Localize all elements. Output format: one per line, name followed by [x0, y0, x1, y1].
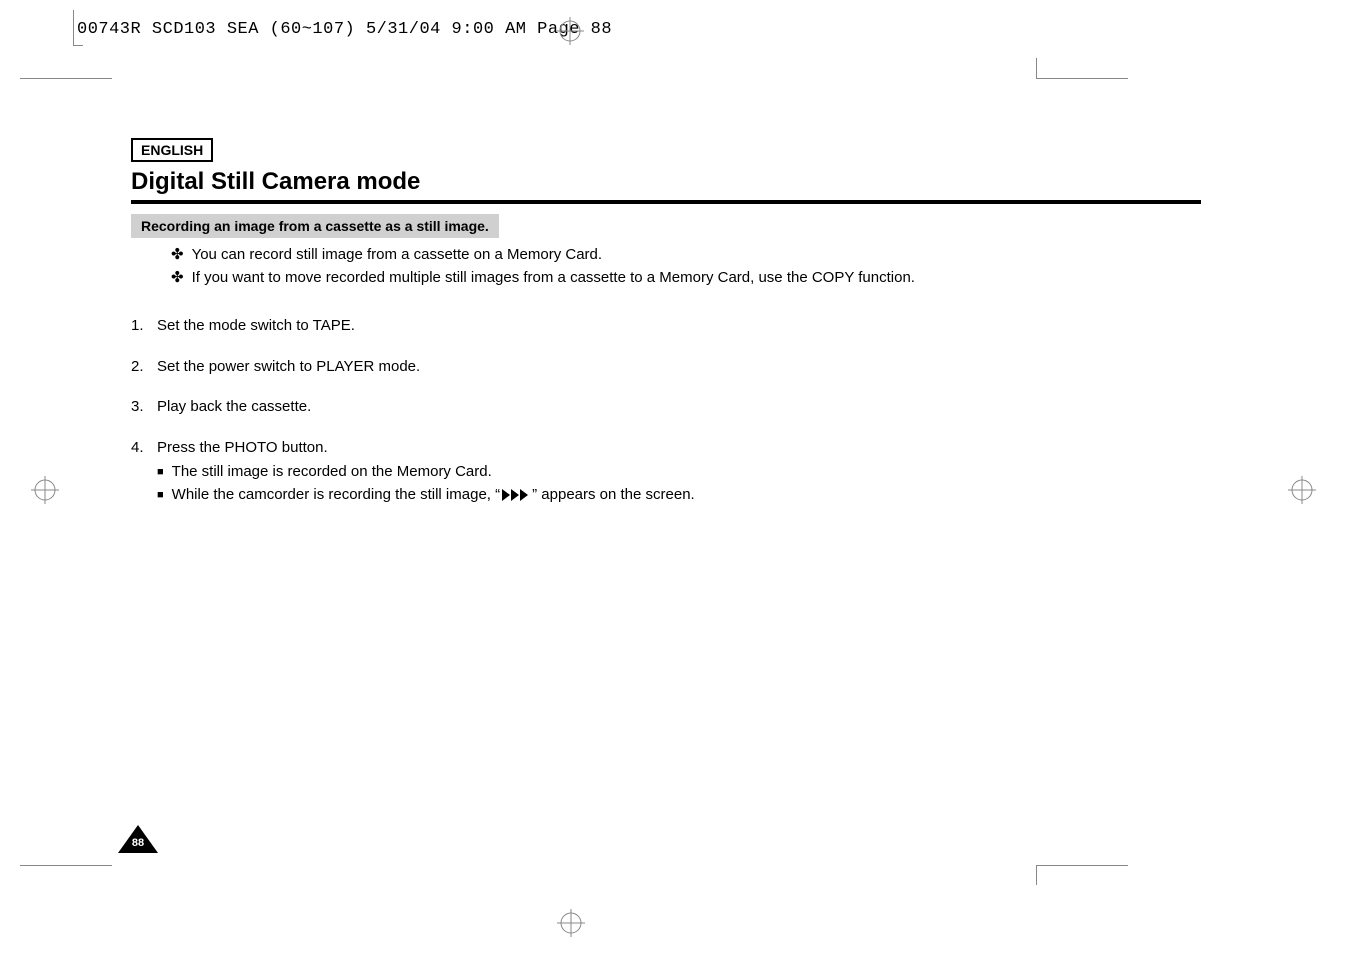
step-number: 1. — [131, 315, 157, 338]
list-item: ■ The still image is recorded on the Mem… — [157, 461, 1201, 484]
list-item: 4. Press the PHOTO button. ■ The still i… — [131, 437, 1201, 507]
print-job-header: 00743R SCD103 SEA (60~107) 5/31/04 9:00 … — [77, 20, 612, 39]
trim-mark-top-left — [20, 78, 112, 79]
intro-bullet-list: ✤ You can record still image from a cass… — [171, 244, 1201, 289]
trim-mark-bottom-right — [1036, 865, 1128, 866]
page-content: ENGLISH Digital Still Camera mode Record… — [131, 138, 1201, 506]
trim-mark-top-right — [1036, 78, 1128, 79]
numbered-steps: 1. Set the mode switch to TAPE. 2. Set t… — [131, 315, 1201, 506]
step-text: Set the mode switch to TAPE. — [157, 315, 355, 338]
square-bullet-icon: ■ — [157, 464, 164, 481]
list-item: 1. Set the mode switch to TAPE. — [131, 315, 1201, 338]
step-text: Press the PHOTO button. — [157, 437, 328, 460]
square-bullet-icon: ■ — [157, 487, 164, 504]
list-item: ✤ If you want to move recorded multiple … — [171, 267, 1201, 290]
step-number: 2. — [131, 356, 157, 379]
registration-mark-icon — [557, 909, 585, 942]
maltese-cross-icon: ✤ — [171, 244, 184, 267]
step-text: Set the power switch to PLAYER mode. — [157, 356, 420, 379]
list-item: 3. Play back the cassette. — [131, 396, 1201, 419]
registration-mark-icon — [556, 17, 584, 50]
trim-mark-bottom-left — [20, 865, 112, 866]
registration-mark-icon — [31, 476, 59, 509]
maltese-cross-icon: ✤ — [171, 267, 184, 290]
list-item: ■ While the camcorder is recording the s… — [157, 484, 1201, 507]
page-number: 88 — [118, 837, 158, 849]
fast-forward-icon — [502, 489, 530, 501]
step-text: Play back the cassette. — [157, 396, 311, 419]
title-rule — [131, 200, 1201, 204]
bullet-text: You can record still image from a casset… — [192, 244, 602, 267]
sub-bullet-text: The still image is recorded on the Memor… — [172, 461, 492, 484]
registration-mark-icon — [1288, 476, 1316, 509]
list-item: 2. Set the power switch to PLAYER mode. — [131, 356, 1201, 379]
sub-bullet-list: ■ The still image is recorded on the Mem… — [157, 461, 1201, 506]
sub-bullet-text: While the camcorder is recording the sti… — [172, 484, 695, 507]
bullet-text: If you want to move recorded multiple st… — [192, 267, 915, 290]
page-number-badge: 88 — [118, 825, 158, 853]
language-label: ENGLISH — [131, 138, 213, 162]
chapter-title: Digital Still Camera mode — [131, 168, 1201, 196]
section-title: Recording an image from a cassette as a … — [131, 214, 499, 238]
step-number: 4. — [131, 437, 157, 460]
step-number: 3. — [131, 396, 157, 419]
list-item: ✤ You can record still image from a cass… — [171, 244, 1201, 267]
